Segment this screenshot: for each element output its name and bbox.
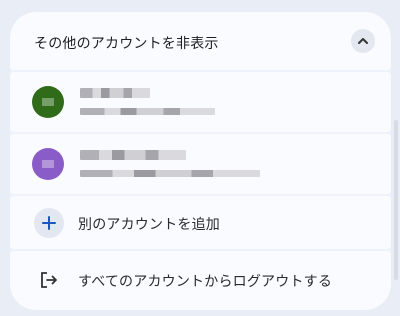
account-item[interactable] (10, 134, 391, 194)
logout-all-label: すべてのアカウントからログアウトする (78, 274, 333, 290)
add-account-row[interactable]: 別のアカウントを追加 (10, 196, 391, 249)
account-switcher-panel: その他のアカウントを非表示 別のアカウントを追加 すべてのアカウントからログアウ… (10, 12, 391, 310)
account-name-redacted (80, 150, 186, 160)
logout-icon (34, 265, 64, 295)
account-email-redacted (80, 170, 260, 177)
avatar (32, 148, 64, 180)
logout-all-row[interactable]: すべてのアカウントからログアウトする (10, 251, 391, 310)
plus-icon (34, 208, 64, 238)
hide-accounts-label: その他のアカウントを非表示 (34, 36, 219, 52)
avatar (32, 86, 64, 118)
chevron-up-icon (358, 38, 368, 44)
hide-accounts-row[interactable]: その他のアカウントを非表示 (10, 12, 391, 70)
scrollbar[interactable] (394, 120, 398, 280)
account-item[interactable] (10, 72, 391, 132)
account-name-redacted (80, 88, 150, 98)
collapse-button[interactable] (351, 29, 375, 53)
account-email-redacted (80, 108, 215, 115)
add-account-label: 別のアカウントを追加 (78, 217, 220, 233)
